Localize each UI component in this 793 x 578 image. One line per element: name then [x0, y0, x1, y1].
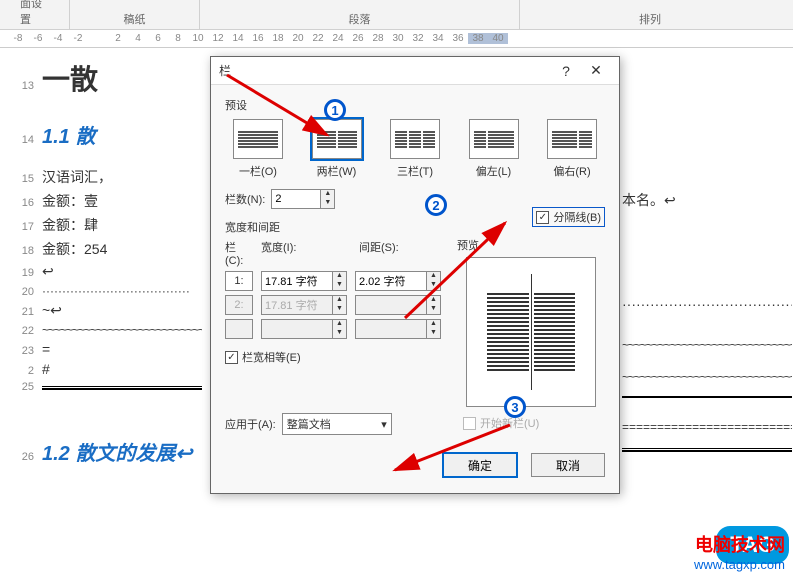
preset-one-column[interactable]: 一栏(O) [225, 119, 291, 179]
body-text[interactable]: 金额：壹 [42, 191, 202, 211]
column-count-input[interactable] [272, 190, 320, 208]
new-column-checkbox: 开始新栏(U) [463, 415, 605, 431]
close-button[interactable]: ✕ [581, 62, 611, 79]
line-number: 26 [0, 451, 42, 463]
line-number: 22 [0, 325, 42, 337]
preset-left[interactable]: 偏左(L) [461, 119, 527, 179]
body-text[interactable]: 金额：肆 [42, 215, 202, 235]
body-text[interactable]: 金额：254 [42, 239, 202, 259]
preset-three-columns[interactable]: 三栏(T) [382, 119, 448, 179]
line-number: 20 [0, 286, 42, 298]
dialog-titlebar[interactable]: 栏 ? ✕ [211, 57, 619, 85]
line-number: 23 [0, 345, 42, 357]
horizontal-ruler[interactable]: -8-6-4-224681012141618202224262830323436… [0, 30, 793, 48]
ribbon-group-arrange[interactable]: 排列 [520, 0, 780, 29]
line-number: 18 [0, 245, 42, 257]
line-number: 19 [0, 267, 42, 279]
ribbon-group-page-setup[interactable]: 面设置 [0, 0, 70, 29]
separator-checkbox[interactable]: ✓分隔线(B) [532, 207, 605, 227]
line-number: 21 [0, 306, 42, 318]
spin-down-icon[interactable]: ▼ [321, 199, 334, 208]
preset-right[interactable]: 偏右(R) [539, 119, 605, 179]
equal-width-checkbox[interactable]: ✓栏宽相等(E) [225, 349, 445, 365]
watermark: 电脑技术网 www.tagxp.com [694, 531, 785, 572]
heading-2[interactable]: 1.1 散 [42, 120, 202, 149]
line-number: 16 [0, 197, 42, 209]
ribbon-group-paper[interactable]: 稿纸 [70, 0, 200, 29]
body-text[interactable]: 本名。↩ [622, 190, 676, 210]
body-text[interactable]: 汉语词汇， [42, 167, 202, 187]
col-index-2: 2: [225, 295, 253, 315]
line-number: 25 [0, 381, 42, 393]
ribbon: 面设置 稿纸 段落 排列 [0, 0, 793, 30]
preview-pane [466, 257, 596, 407]
width-spacing-label: 宽度和间距 [225, 219, 445, 235]
line-number: 2 [0, 365, 42, 377]
col1-gap-spinner[interactable]: ▲▼ [355, 271, 441, 291]
column-count-label: 栏数(N): [225, 191, 265, 207]
dialog-title: 栏 [219, 62, 551, 79]
columns-dialog: 栏 ? ✕ 预设 一栏(O) 两栏(W) 三栏(T) 偏左(L) 偏右(R) 栏… [210, 56, 620, 494]
line-number: 14 [0, 134, 42, 146]
line-number: 17 [0, 221, 42, 233]
line-number: 13 [0, 80, 42, 92]
line-number: 15 [0, 173, 42, 185]
column-count-spinner[interactable]: ▲▼ [271, 189, 335, 209]
heading-2[interactable]: 1.2 散文的发展↩ [42, 437, 192, 466]
preset-two-columns[interactable]: 两栏(W) [304, 119, 370, 179]
apply-to-label: 应用于(A): [225, 416, 276, 432]
col1-width-spinner[interactable]: ▲▼ [261, 271, 347, 291]
ribbon-group-paragraph[interactable]: 段落 [200, 0, 520, 29]
presets-label: 预设 [225, 97, 605, 113]
help-button[interactable]: ? [551, 63, 581, 79]
col2-gap-spinner: ▲▼ [355, 295, 441, 315]
apply-to-combo[interactable]: 整篇文档▾ [282, 413, 392, 435]
col-index-1: 1: [225, 271, 253, 291]
col2-width-spinner: ▲▼ [261, 295, 347, 315]
ok-button[interactable]: 确定 [443, 453, 517, 477]
preview-label: 预览 [457, 237, 479, 253]
presets-row: 一栏(O) 两栏(W) 三栏(T) 偏左(L) 偏右(R) [225, 119, 605, 179]
chevron-down-icon: ▾ [381, 418, 387, 431]
heading-1[interactable]: 一散 [42, 58, 202, 98]
spin-up-icon[interactable]: ▲ [321, 190, 334, 199]
cancel-button[interactable]: 取消 [531, 453, 605, 477]
